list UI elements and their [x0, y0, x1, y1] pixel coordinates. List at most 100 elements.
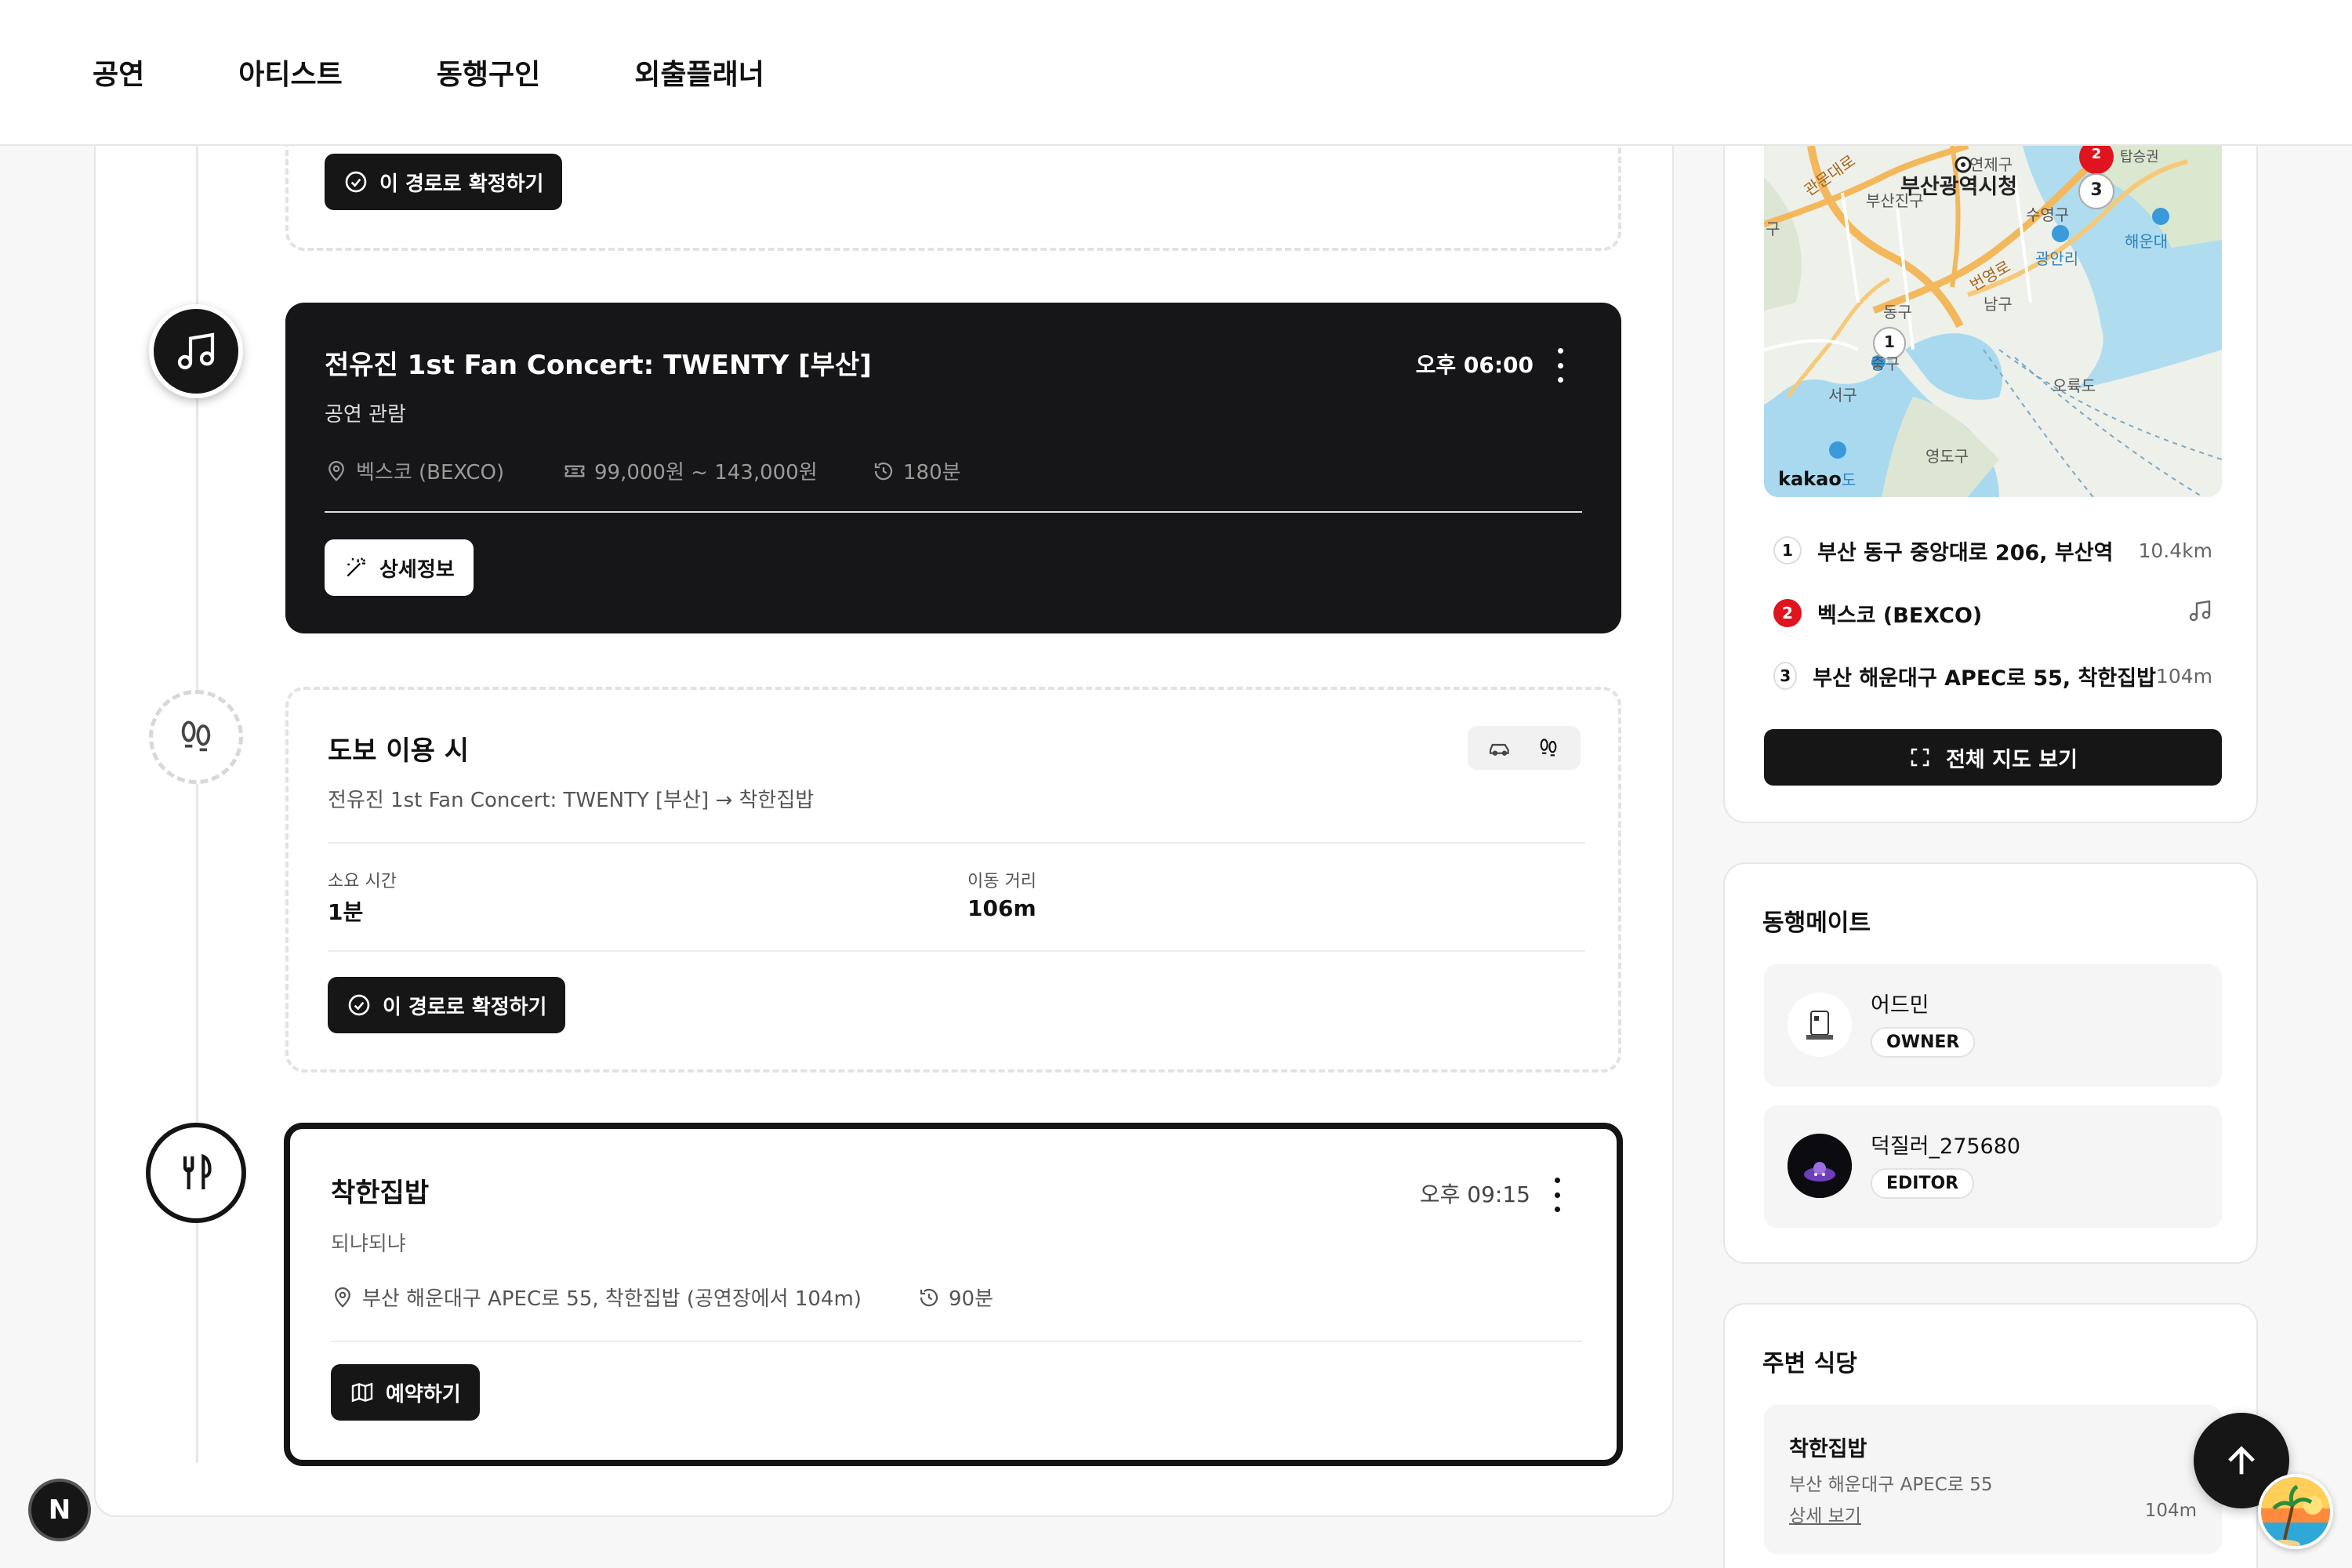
- walk-mode-button[interactable]: [1530, 732, 1566, 764]
- route-list-item[interactable]: 3 부산 해운대구 APEC로 55, 착한집밥 104m: [1773, 656, 2212, 695]
- map-label-seo: 서구: [1828, 386, 1857, 405]
- meal-duration: 90분: [917, 1283, 993, 1312]
- nav-artists[interactable]: 아티스트: [238, 52, 342, 93]
- music-note-icon: [2189, 600, 2211, 622]
- meal-time: 오후 09:15: [1419, 1181, 1530, 1207]
- full-map-label: 전체 지도 보기: [1946, 747, 2078, 772]
- distance-label: 이동 거리: [967, 872, 1036, 891]
- route-name: 벡스코 (BEXCO): [1817, 603, 1983, 628]
- map-label-gu-left: 구: [1766, 220, 1780, 238]
- concert-price: 99,000원 ~ 143,000원: [563, 456, 818, 485]
- arrow-up-icon: [2228, 1446, 2255, 1475]
- confirm-route-label: 이 경로로 확정하기: [379, 172, 544, 196]
- meal-marker: [146, 1123, 246, 1223]
- map-pin-1[interactable]: 1: [1883, 332, 1896, 351]
- meal-card: 착한집밥 오후 09:15 되냐되냐 부산 해운대구 APEC로 55, 착한집…: [284, 1123, 1623, 1466]
- meal-divider: [331, 1341, 1582, 1342]
- meal-address: 부산 해운대구 APEC로 55, 착한집밥 (공연장에서 104m): [331, 1283, 862, 1312]
- concert-venue-text: 벡스코 (BEXCO): [356, 461, 505, 485]
- utensils-icon: [183, 1153, 212, 1189]
- route-number: 3: [1773, 662, 1798, 690]
- concert-marker: [149, 304, 243, 398]
- distance-value: 106m: [967, 895, 1036, 921]
- concert-time: 오후 06:00: [1415, 352, 1534, 378]
- walking-title: 도보 이용 시: [328, 735, 470, 767]
- map-pin-2[interactable]: 2: [2089, 146, 2104, 162]
- map-icon: [351, 1382, 373, 1403]
- nav-concerts[interactable]: 공연: [93, 52, 144, 93]
- concert-detail-button[interactable]: 상세정보: [325, 539, 474, 596]
- restaurant-item[interactable]: 착한집밥 부산 해운대구 APEC로 55 상세 보기 104m: [1764, 1405, 2222, 1554]
- route-number: 1: [1773, 536, 1802, 564]
- restaurants-title: 주변 식당: [1762, 1350, 1857, 1377]
- route-name: 부산 해운대구 APEC로 55, 착한집밥: [1813, 666, 2156, 691]
- walking-divider-bottom: [328, 950, 1585, 952]
- route-distance: 10.4km: [2138, 539, 2213, 562]
- map-label-gwangalli: 광안리: [2035, 249, 2079, 268]
- walking-route-text: 전유진 1st Fan Concert: TWENTY [부산] → 착한집밥: [328, 789, 815, 812]
- map-label-top-right: 탑승권: [2120, 149, 2159, 165]
- clock-icon: [920, 1288, 938, 1306]
- reserve-button[interactable]: 예약하기: [331, 1364, 480, 1421]
- map-label-haeundae: 해운대: [2125, 232, 2169, 251]
- route-list-item[interactable]: 1 부산 동구 중앙대로 206, 부산역 10.4km: [1773, 531, 2212, 570]
- meal-address-text: 부산 해운대구 APEC로 55, 착한집밥 (공연장에서 104m): [362, 1287, 862, 1311]
- walking-confirm-button[interactable]: 이 경로로 확정하기: [328, 977, 566, 1033]
- concert-subtitle: 공연 관람: [325, 403, 406, 426]
- concert-more-icon[interactable]: [1551, 348, 1570, 383]
- confirm-route-button[interactable]: 이 경로로 확정하기: [325, 154, 563, 210]
- map-label-dong: 동구: [1883, 303, 1912, 321]
- footsteps-icon: [181, 720, 211, 752]
- restaurant-distance: 104m: [2144, 1501, 2197, 1521]
- map-label-nam: 남구: [1984, 295, 2013, 314]
- route-list-item[interactable]: 2 벡스코 (BEXCO): [1773, 593, 2212, 633]
- duration-value: 1분: [328, 899, 364, 925]
- check-circle-icon: [345, 171, 367, 193]
- user-avatar[interactable]: [2258, 1474, 2333, 1549]
- ticket-icon: [564, 465, 585, 477]
- restaurant-detail-link[interactable]: 상세 보기: [1789, 1501, 1861, 1527]
- restaurant-name: 착한집밥: [1789, 1437, 1867, 1461]
- route-number: 2: [1773, 599, 1802, 627]
- nearby-restaurants-card: 주변 식당 착한집밥 부산 해운대구 APEC로 55 상세 보기 104m: [1723, 1303, 2258, 1568]
- map-label-suyeong: 수영구: [2026, 205, 2070, 224]
- expand-icon: [1911, 748, 1929, 767]
- duration-label: 소요 시간: [328, 872, 397, 891]
- avatar: [1788, 993, 1852, 1057]
- concert-price-text: 99,000원 ~ 143,000원: [594, 461, 818, 485]
- map-pin-icon: [328, 460, 344, 481]
- concert-card: 전유진 1st Fan Concert: TWENTY [부산] 오후 06:0…: [285, 303, 1621, 633]
- walking-marker: [149, 690, 243, 784]
- companions-card: 동행메이트 어드민 OWNER 덕질러_275680 EDITOR: [1723, 862, 2258, 1264]
- footsteps-icon: [1540, 739, 1557, 757]
- route-music-indicator: [2187, 598, 2212, 628]
- car-icon: [1489, 743, 1509, 756]
- route-map[interactable]: 연제구 부산광역시청 부산진구 수영구 해운대 광안리 번영로 관문대로 탑승권…: [1764, 146, 2222, 497]
- meal-duration-text: 90분: [949, 1287, 994, 1311]
- concert-detail-label: 상세정보: [379, 557, 455, 582]
- full-map-button[interactable]: 전체 지도 보기: [1764, 729, 2222, 786]
- kakao-logo-text: kakao: [1778, 468, 1842, 490]
- nav-companion[interactable]: 동행구인: [437, 52, 540, 93]
- check-circle-icon: [348, 994, 370, 1016]
- concert-divider: [325, 511, 1582, 513]
- restaurant-address: 부산 해운대구 APEC로 55: [1789, 1475, 1993, 1495]
- car-mode-button[interactable]: [1482, 732, 1518, 764]
- map-pin-3[interactable]: 3: [2089, 180, 2104, 200]
- mate-item[interactable]: 어드민 OWNER: [1764, 964, 2222, 1087]
- map-label-oryukdo: 오륙도: [2053, 376, 2096, 395]
- next-dev-badge[interactable]: N: [28, 1479, 91, 1541]
- mate-item[interactable]: 덕질러_275680 EDITOR: [1764, 1105, 2222, 1228]
- walking-divider-top: [328, 842, 1585, 844]
- reserve-label: 예약하기: [386, 1382, 461, 1406]
- map-label-busanjin: 부산진구: [1866, 191, 1924, 210]
- concert-duration: 180분: [872, 456, 961, 485]
- map-label-yeongdo: 영도구: [1926, 447, 1969, 466]
- map-pin-icon: [335, 1287, 350, 1308]
- nav-outing-planner[interactable]: 외출플래너: [634, 52, 764, 93]
- meal-more-icon[interactable]: [1548, 1178, 1566, 1212]
- meal-title: 착한집밥: [331, 1178, 430, 1209]
- concert-venue: 벡스코 (BEXCO): [325, 456, 504, 485]
- meal-subtitle: 되냐되냐: [331, 1232, 406, 1256]
- kakao-logo-suffix: 도: [1841, 470, 1857, 489]
